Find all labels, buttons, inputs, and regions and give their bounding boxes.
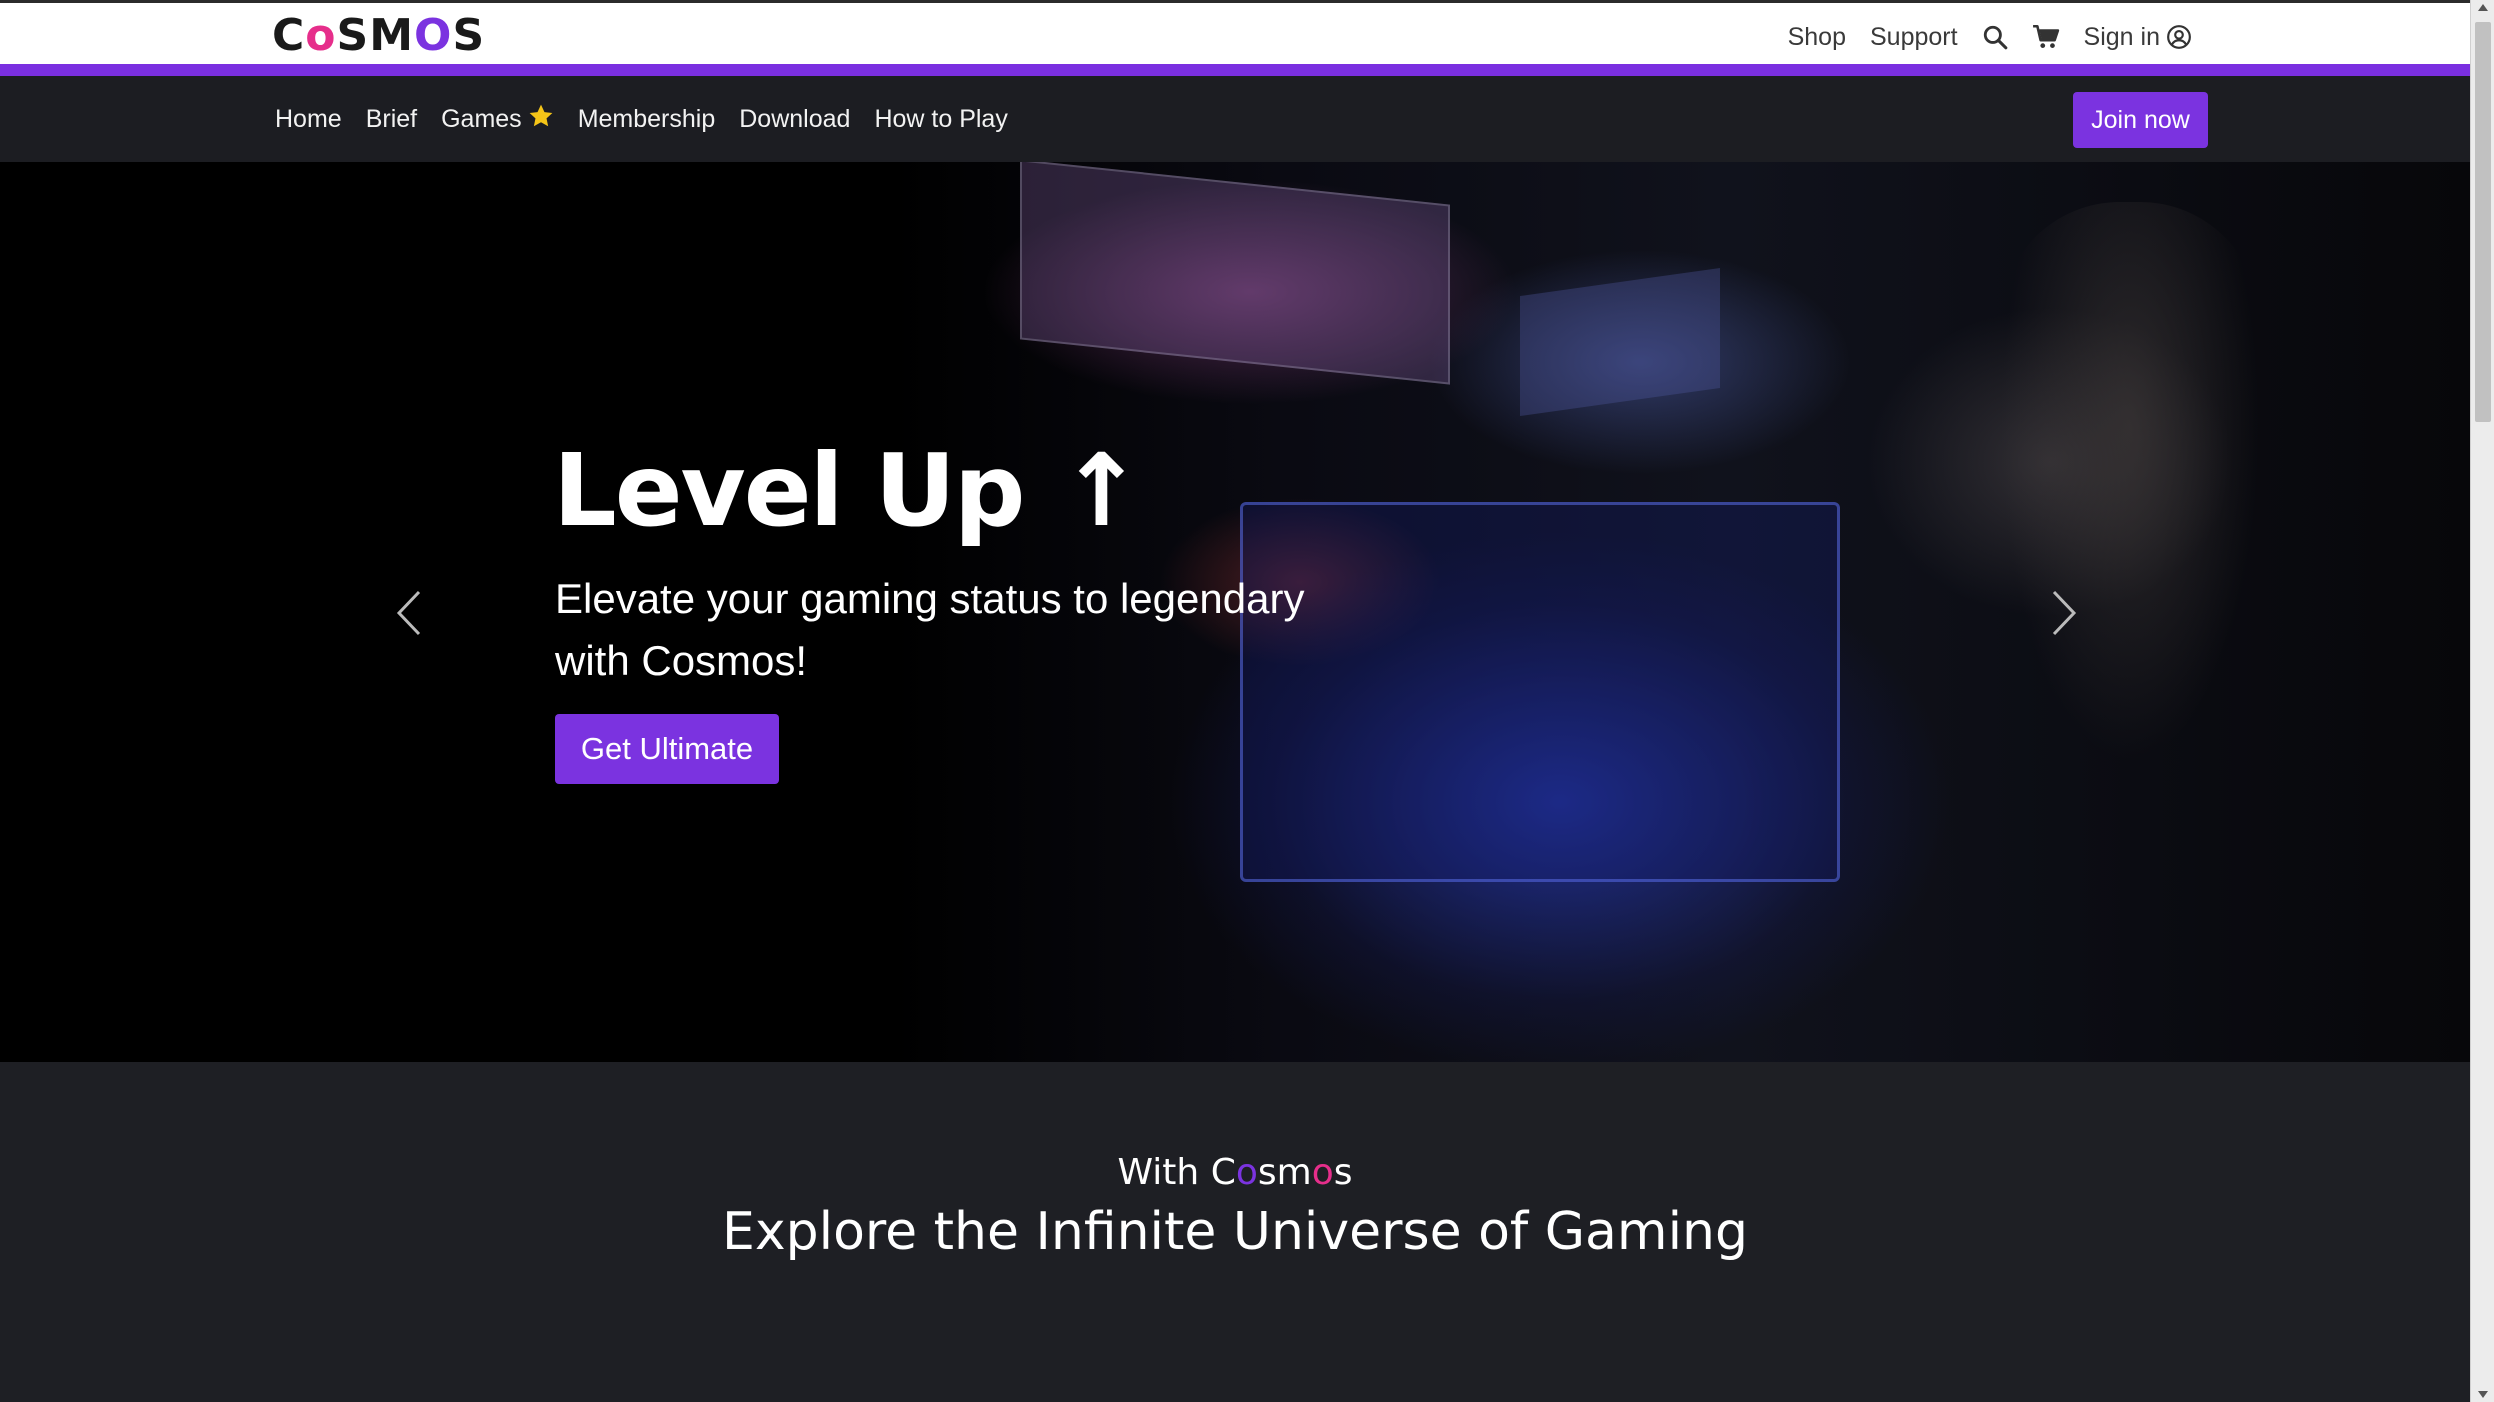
logo-letter-s1: S — [336, 10, 370, 61]
kicker-sm: sm — [1257, 1152, 1312, 1193]
hero-title-arrow: ↑ — [1059, 432, 1143, 549]
kicker-s: s — [1333, 1152, 1353, 1193]
hero-bg-banner-2 — [1520, 267, 1720, 417]
nav-links: Home Brief Games Membership Download How… — [275, 76, 1008, 162]
carousel-prev-button[interactable] — [395, 589, 423, 642]
star-icon — [528, 103, 554, 136]
cosmos-logo[interactable]: C o S M O S — [272, 13, 485, 59]
nav-item-download[interactable]: Download — [739, 105, 850, 134]
support-link[interactable]: Support — [1870, 23, 1958, 52]
scroll-down-icon[interactable] — [2478, 1391, 2488, 1398]
hero-bg-banner — [1020, 162, 1450, 385]
hero-bg-monitor — [1240, 502, 1840, 882]
signin-link[interactable]: Sign in — [2084, 23, 2192, 52]
nav-item-games[interactable]: Games — [441, 103, 554, 136]
top-bar: C o S M O S Shop Support Sign in — [0, 0, 2470, 64]
top-links: Shop Support Sign in — [1788, 17, 2192, 57]
logo-letter-o1: o — [305, 10, 337, 61]
main-navbar: Home Brief Games Membership Download How… — [0, 76, 2470, 162]
kicker-o-pink: o — [1311, 1152, 1334, 1193]
signin-label: Sign in — [2083, 22, 2160, 51]
hero-carousel: Level Up ↑ Elevate your gaming status to… — [0, 162, 2470, 1062]
hero-subtitle: Elevate your gaming status to legendary … — [555, 575, 1305, 684]
logo-letter-o2: O — [414, 10, 453, 61]
logo-letter-c: C — [272, 10, 306, 61]
nav-item-how-to-play[interactable]: How to Play — [874, 105, 1007, 134]
get-ultimate-button[interactable]: Get Ultimate — [555, 714, 779, 784]
section-kicker: With Cosmos — [0, 1152, 2470, 1193]
cart-icon[interactable] — [2032, 24, 2060, 50]
section-headline: Explore the Infinite Universe of Gaming — [722, 1202, 1748, 1262]
scroll-up-icon[interactable] — [2478, 4, 2488, 11]
hero-title-text: Level Up — [553, 432, 1025, 549]
logo-letter-m: M — [369, 10, 415, 61]
carousel-next-button[interactable] — [2050, 589, 2078, 642]
nav-item-brief[interactable]: Brief — [366, 105, 417, 134]
logo-letter-s2: S — [452, 10, 486, 61]
hero-bg-player — [2000, 202, 2260, 762]
scrollbar-thumb[interactable] — [2475, 22, 2491, 422]
nav-item-home[interactable]: Home — [275, 105, 342, 134]
nav-item-games-label: Games — [441, 104, 522, 133]
user-circle-icon — [2166, 24, 2192, 50]
kicker-c: C — [1210, 1152, 1236, 1193]
nav-item-membership[interactable]: Membership — [578, 105, 716, 134]
chevron-left-icon — [396, 590, 421, 636]
shop-link[interactable]: Shop — [1788, 23, 1846, 52]
chevron-right-icon — [2052, 590, 2077, 636]
hero-title: Level Up ↑ — [553, 432, 1143, 549]
explore-section: With Cosmos Explore the Infinite Univers… — [0, 1062, 2470, 1402]
page-scrollbar[interactable] — [2470, 0, 2494, 1402]
kicker-prefix: With — [1117, 1152, 1211, 1193]
kicker-o-purple: o — [1235, 1152, 1258, 1193]
join-now-button[interactable]: Join now — [2073, 92, 2208, 148]
search-icon[interactable] — [1982, 24, 2008, 50]
accent-divider — [0, 64, 2470, 76]
